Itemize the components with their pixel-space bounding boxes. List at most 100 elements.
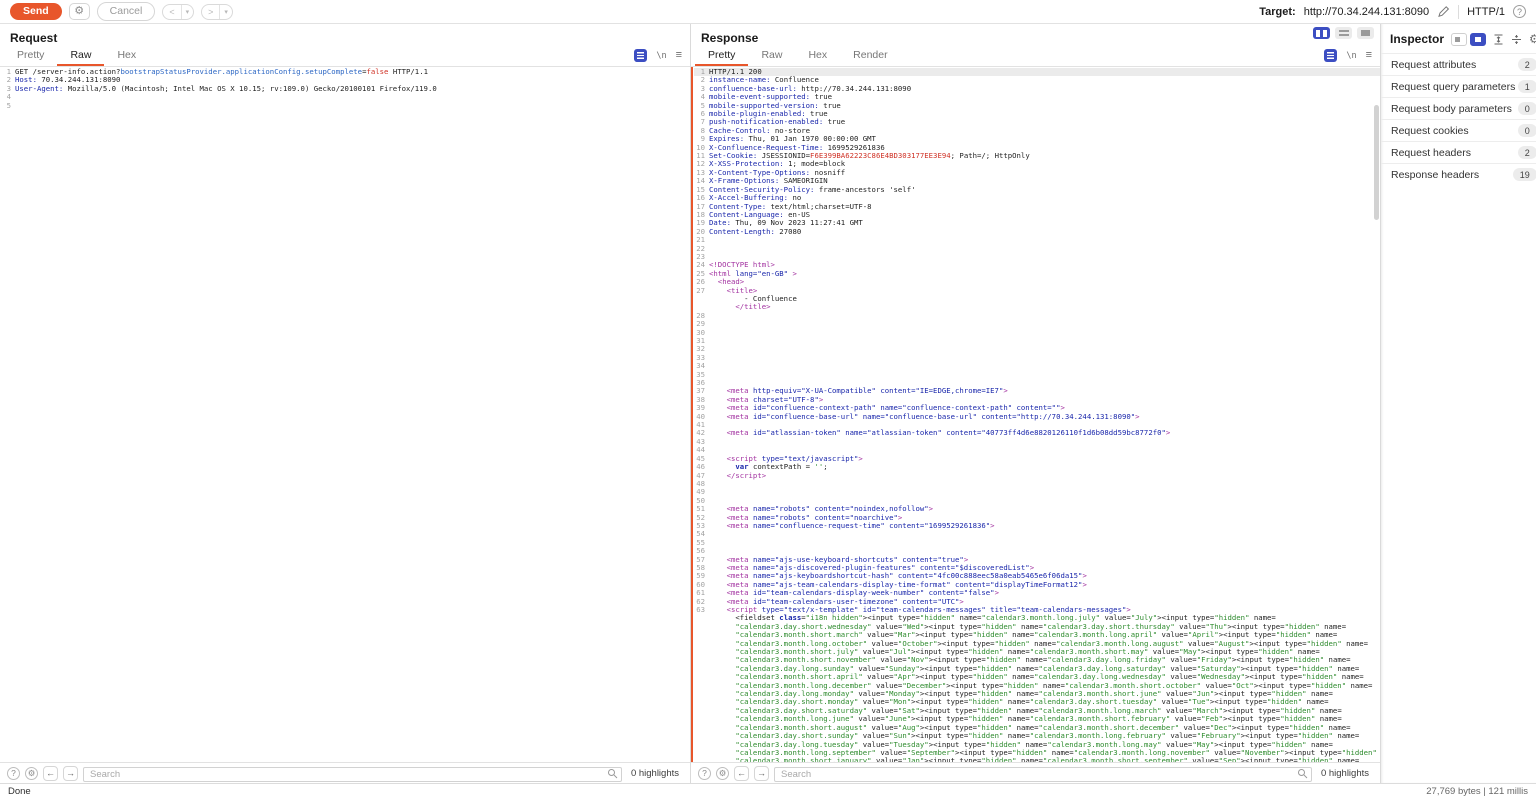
code-line: 31	[694, 337, 1380, 345]
send-settings-button[interactable]: ⚙	[69, 3, 90, 20]
code-line: 47 </script>	[694, 472, 1380, 480]
section-count-badge: 0	[1518, 124, 1536, 137]
history-forward-button[interactable]: > ▾	[201, 4, 233, 20]
http-version-select[interactable]: HTTP/1	[1467, 6, 1505, 18]
response-tabs: PrettyRawHexRender \n ≡	[691, 46, 1380, 67]
caret-down-icon: ▾	[219, 5, 232, 19]
target-url: http://70.34.244.131:8090	[1304, 6, 1429, 18]
code-line: 33	[694, 354, 1380, 362]
inspector-panel: Inspector ⚙ × Request attributes2Request…	[1381, 24, 1536, 783]
request-panel: Request PrettyRawHex \n ≡ 1GET /server-i…	[0, 24, 690, 783]
tab-hex[interactable]: Hex	[104, 45, 149, 66]
inspector-section-response-headers[interactable]: Response headers19	[1381, 163, 1536, 185]
search-help-button[interactable]: ?	[698, 767, 711, 780]
caret-down-icon: ▾	[181, 5, 194, 19]
inspector-section-request-headers[interactable]: Request headers2	[1381, 141, 1536, 163]
layout-single-button[interactable]	[1357, 27, 1374, 39]
response-scrollbar[interactable]	[1374, 105, 1379, 220]
show-nonprintable-button[interactable]: \n	[656, 51, 666, 61]
search-next-button[interactable]: →	[63, 766, 78, 781]
tab-raw[interactable]: Raw	[57, 45, 104, 66]
section-label: Request attributes	[1391, 59, 1476, 71]
toolbar: Send ⚙ Cancel < ▾ > ▾ Target: http://70.…	[0, 0, 1536, 24]
code-line: - Confluence	[694, 295, 1380, 303]
code-line: "calendar3.month.short.january" value="J…	[694, 757, 1380, 762]
code-line: 22	[694, 245, 1380, 253]
inspector-sections: Request attributes2Request query paramet…	[1381, 53, 1536, 185]
code-line: 42 <meta id="atlassian-token" name="atla…	[694, 429, 1380, 437]
status-bar: Done 27,769 bytes | 121 millis	[0, 783, 1536, 799]
code-line: 48	[694, 480, 1380, 488]
send-button[interactable]: Send	[10, 3, 62, 20]
request-title: Request	[0, 24, 690, 46]
inspector-section-request-body-parameters[interactable]: Request body parameters0	[1381, 97, 1536, 119]
inspector-section-request-query-parameters[interactable]: Request query parameters1	[1381, 75, 1536, 97]
search-help-button[interactable]: ?	[7, 767, 20, 780]
inspector-settings-button[interactable]: ⚙	[1529, 33, 1536, 45]
code-line: 53 <meta name="confluence-request-time" …	[694, 522, 1380, 530]
search-next-button[interactable]: →	[754, 766, 769, 781]
layout-rows-button[interactable]	[1335, 27, 1352, 39]
help-button[interactable]: ?	[1513, 5, 1526, 18]
expand-all-sections-button[interactable]	[1493, 34, 1504, 45]
burp-repeater-window: Send ⚙ Cancel < ▾ > ▾ Target: http://70.…	[0, 0, 1536, 799]
code-line: 49	[694, 488, 1380, 496]
search-input[interactable]	[83, 767, 622, 782]
section-count-badge: 2	[1518, 146, 1536, 159]
gear-icon: ⚙	[1529, 32, 1536, 46]
layout-columns-button[interactable]	[1313, 27, 1330, 39]
inspector-title: Inspector	[1390, 32, 1444, 46]
gear-icon: ⚙	[719, 768, 727, 779]
split-view-button[interactable]	[1511, 34, 1522, 45]
code-line: 54	[694, 530, 1380, 538]
highlights-count: 0 highlights	[1317, 768, 1373, 779]
caret-indicator-bar	[691, 67, 693, 762]
editor-menu-button[interactable]: ≡	[676, 50, 682, 61]
tab-pretty[interactable]: Pretty	[4, 45, 57, 66]
code-line: 5	[0, 102, 690, 110]
section-count-badge: 19	[1513, 168, 1536, 181]
response-search-bar: ? ⚙ ← → 0 highlights	[691, 762, 1380, 783]
code-line: 26 <head>	[694, 278, 1380, 286]
show-nonprintable-button[interactable]: \n	[1346, 51, 1356, 61]
search-settings-button[interactable]: ⚙	[716, 767, 729, 780]
request-editor[interactable]: 1GET /server-info.action?bootstrapStatus…	[0, 67, 690, 762]
tab-render[interactable]: Render	[840, 45, 900, 66]
search-icon	[607, 766, 618, 784]
code-line: 35	[694, 371, 1380, 379]
code-line: 32	[694, 345, 1380, 353]
editor-menu-button[interactable]: ≡	[1366, 50, 1372, 61]
expand-vertical-icon	[1493, 34, 1504, 45]
response-editor[interactable]: 1HTTP/1.1 2002instance-name: Confluence3…	[691, 67, 1380, 762]
search-settings-button[interactable]: ⚙	[25, 767, 38, 780]
code-line: </title>	[694, 303, 1380, 311]
syntax-highlight-button[interactable]	[634, 49, 647, 62]
inspector-section-request-attributes[interactable]: Request attributes2	[1381, 53, 1536, 75]
highlights-count: 0 highlights	[627, 768, 683, 779]
layout-toggle-group	[1313, 27, 1374, 39]
search-input[interactable]	[774, 767, 1312, 782]
inspector-view-expanded-button[interactable]	[1470, 33, 1486, 46]
request-search-bar: ? ⚙ ← → 0 highlights	[0, 762, 690, 783]
section-label: Request body parameters	[1391, 103, 1512, 115]
syntax-highlight-button[interactable]	[1324, 49, 1337, 62]
cancel-button[interactable]: Cancel	[97, 2, 156, 21]
inspector-section-request-cookies[interactable]: Request cookies 0	[1381, 119, 1536, 141]
tab-pretty[interactable]: Pretty	[695, 45, 748, 66]
code-line: 40 <meta id="confluence-base-url" name="…	[694, 413, 1380, 421]
search-prev-button[interactable]: ←	[43, 766, 58, 781]
response-panel: Response PrettyRawHexRender \n ≡ 1HTTP/1…	[690, 24, 1381, 783]
edit-target-button[interactable]	[1437, 5, 1450, 18]
code-line: 4	[0, 93, 690, 101]
tab-hex[interactable]: Hex	[795, 45, 840, 66]
search-prev-button[interactable]: ←	[734, 766, 749, 781]
inspector-view-compact-button[interactable]	[1451, 33, 1467, 46]
tab-raw[interactable]: Raw	[748, 45, 795, 66]
code-line: 43	[694, 438, 1380, 446]
code-line: 55	[694, 539, 1380, 547]
inspector-header: Inspector ⚙ ×	[1381, 24, 1536, 53]
history-back-button[interactable]: < ▾	[162, 4, 194, 20]
search-icon	[1297, 766, 1308, 784]
section-label: Request cookies	[1391, 125, 1469, 137]
code-line: 21	[694, 236, 1380, 244]
